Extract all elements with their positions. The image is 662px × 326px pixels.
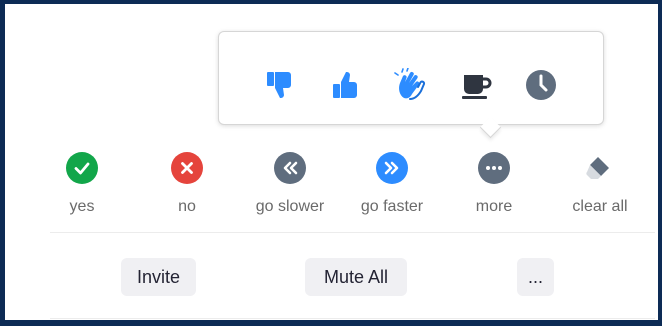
mute-all-button[interactable]: Mute All — [305, 258, 407, 296]
coffee-cup-icon[interactable] — [459, 67, 495, 103]
yes-reaction[interactable]: yes — [36, 149, 128, 216]
go-slower-reaction[interactable]: go slower — [244, 149, 336, 216]
more-reaction[interactable]: more — [448, 149, 540, 216]
thumbs-up-icon[interactable] — [327, 67, 363, 103]
invite-button[interactable]: Invite — [121, 258, 196, 296]
checkmark-icon — [66, 152, 98, 184]
fast-forward-icon — [376, 152, 408, 184]
more-label: more — [475, 198, 513, 215]
clapping-hands-icon[interactable] — [393, 67, 429, 103]
bottom-divider — [50, 318, 655, 319]
eraser-icon — [584, 152, 616, 184]
no-label: no — [178, 198, 196, 215]
go-faster-label: go faster — [360, 198, 424, 215]
go-slower-label: go slower — [255, 198, 325, 215]
clear-all-label: clear all — [572, 198, 628, 215]
clear-all-reaction[interactable]: clear all — [554, 149, 646, 216]
more-options-button[interactable]: ... — [517, 258, 554, 296]
go-faster-reaction[interactable]: go faster — [346, 149, 438, 216]
divider — [50, 232, 655, 233]
clock-icon[interactable] — [523, 67, 559, 103]
rewind-icon — [274, 152, 306, 184]
ellipsis-icon — [478, 152, 510, 184]
yes-label: yes — [69, 198, 95, 215]
x-icon — [171, 152, 203, 184]
participants-panel: yes no go slower go faster more clear al… — [0, 0, 662, 326]
thumbs-down-icon[interactable] — [261, 67, 297, 103]
no-reaction[interactable]: no — [141, 149, 233, 216]
